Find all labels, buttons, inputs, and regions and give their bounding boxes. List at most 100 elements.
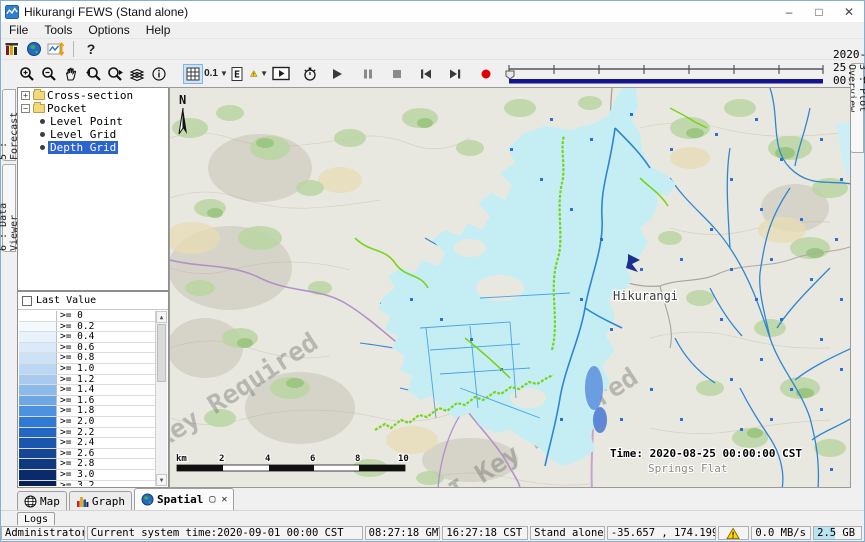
tab-plot-overview[interactable]: 3 : Plot Overview: [850, 63, 864, 153]
pause-icon: [362, 68, 374, 80]
explorer-button[interactable]: [2, 39, 22, 59]
step-forward-button[interactable]: [445, 64, 465, 84]
menu-bar: File Tools Options Help: [1, 22, 864, 39]
window-title: Hikurangi FEWS (Stand alone): [24, 5, 188, 19]
svg-text:10: 10: [398, 454, 409, 464]
skip-end-icon: [448, 68, 462, 80]
warning-threshold-button[interactable]: ▼: [249, 64, 269, 84]
tree-node-cross-section[interactable]: + Cross-section: [18, 89, 168, 101]
legend-swatch: [19, 438, 57, 448]
tree-node-label[interactable]: Cross-section: [45, 89, 135, 102]
status-gmt-time: 08:27:18 GMT: [365, 526, 441, 540]
zoom-in-button[interactable]: [17, 64, 37, 84]
tree-node-level-point[interactable]: Level Point: [18, 115, 168, 127]
town-label: Hikurangi: [613, 289, 678, 303]
info-icon: [151, 66, 167, 82]
map-time-label: Time: 2020-08-25 00:00:00 CST: [610, 447, 802, 460]
classification-button[interactable]: E: [227, 64, 247, 84]
legend-panel: Last Value >= 0 >= 0.2 >= 0.4 >= 0.6 >= …: [17, 291, 169, 488]
map-toolbar: 0.1 ▼ E ▼: [1, 59, 864, 87]
toolbar-separator: [73, 41, 74, 57]
map-canvas[interactable]: API Key Required API Key Required: [170, 88, 851, 488]
hand-icon: [63, 66, 79, 82]
tree-node-pocket[interactable]: − Pocket: [18, 102, 168, 114]
folder-icon: [33, 91, 45, 100]
collapse-icon[interactable]: −: [21, 104, 30, 113]
menu-tools[interactable]: Tools: [36, 23, 80, 37]
animation-dialog-button[interactable]: [271, 64, 291, 84]
status-system-time: Current system time:2020-09-01 00:00 CST: [87, 526, 363, 540]
tree-node-label[interactable]: Level Point: [48, 115, 125, 128]
legend-edit-icon: E: [230, 66, 244, 82]
app-window: Hikurangi FEWS (Stand alone) – □ ✕ File …: [0, 0, 865, 542]
map-view[interactable]: API Key Required API Key Required: [169, 87, 851, 488]
tab-forecast[interactable]: 5 : Forecast: [2, 89, 16, 161]
close-button[interactable]: ✕: [834, 1, 864, 22]
maximize-button[interactable]: □: [804, 1, 834, 22]
scroll-down-icon[interactable]: ▼: [156, 474, 167, 486]
zoom-out-icon: [41, 66, 57, 82]
tab-restore-icon[interactable]: ▢: [209, 494, 215, 505]
warning-icon: [250, 66, 258, 81]
svg-text:8: 8: [355, 454, 360, 464]
legend-row: >= 1.0: [19, 364, 155, 375]
blue-globe-icon: [141, 493, 154, 506]
tab-graph-label: Graph: [92, 495, 125, 508]
tab-spatial-label: Spatial: [157, 493, 203, 506]
pan-button[interactable]: [61, 64, 81, 84]
timer-button[interactable]: [300, 64, 320, 84]
legend-header: Last Value: [18, 292, 168, 310]
legend-swatch: [19, 364, 57, 374]
info-button[interactable]: [149, 64, 169, 84]
contour-interval-button[interactable]: 0.1 ▼: [205, 64, 225, 84]
tab-graph[interactable]: Graph: [69, 491, 132, 510]
tree-node-label[interactable]: Level Grid: [48, 128, 118, 141]
scroll-thumb[interactable]: [157, 324, 166, 382]
legend-row: >= 3.2: [19, 481, 155, 487]
scroll-up-icon[interactable]: ▲: [156, 311, 167, 323]
legend-scrollbar[interactable]: ▲ ▼: [155, 311, 167, 486]
status-warning[interactable]: [718, 526, 749, 540]
stopwatch-icon: [302, 66, 318, 82]
record-button[interactable]: [476, 64, 496, 84]
right-tab-strip: 3 : Plot Overview: [849, 59, 864, 487]
skip-start-icon: [419, 68, 433, 80]
play-button[interactable]: [327, 64, 347, 84]
tab-map-label: Map: [40, 495, 60, 508]
timeline-handle[interactable]: [506, 71, 514, 79]
timeseries-display-button[interactable]: [46, 39, 66, 59]
tree-node-label[interactable]: Depth Grid: [48, 141, 118, 154]
grid-display-button[interactable]: [183, 64, 203, 84]
layers-button[interactable]: [127, 64, 147, 84]
tab-spatial[interactable]: Spatial ▢ ✕: [134, 488, 234, 510]
zoom-previous-button[interactable]: [83, 64, 103, 84]
status-bar: Administrator Current system time:2020-0…: [1, 525, 864, 541]
menu-options[interactable]: Options: [80, 23, 137, 37]
tree-node-depth-grid[interactable]: Depth Grid: [18, 141, 168, 153]
map-display-button[interactable]: [24, 39, 44, 59]
tree-node-level-grid[interactable]: Level Grid: [18, 128, 168, 140]
tab-map[interactable]: Map: [17, 491, 67, 510]
last-value-checkbox[interactable]: [22, 296, 32, 306]
tab-close-icon[interactable]: ✕: [221, 494, 227, 505]
status-download-rate: 0.0 MB/s: [751, 526, 811, 540]
pause-button[interactable]: [358, 64, 378, 84]
tab-data-viewer[interactable]: 6 : Data Viewer: [2, 164, 16, 252]
logs-tab[interactable]: Logs: [17, 512, 55, 526]
tree-node-label[interactable]: Pocket: [45, 102, 89, 115]
legend-row: >= 2.0: [19, 417, 155, 428]
bar-chart-icon: [76, 495, 89, 508]
step-back-button[interactable]: [416, 64, 436, 84]
stop-button[interactable]: [387, 64, 407, 84]
movie-play-icon: [272, 66, 290, 81]
svg-text:6: 6: [310, 454, 315, 464]
legend-swatch: [19, 481, 57, 487]
zoom-out-button[interactable]: [39, 64, 59, 84]
minimize-button[interactable]: –: [774, 1, 804, 22]
expand-icon[interactable]: +: [21, 91, 30, 100]
menu-help[interactable]: Help: [138, 23, 179, 37]
help-button[interactable]: ?: [81, 39, 101, 59]
menu-file[interactable]: File: [1, 23, 36, 37]
timeline-slider[interactable]: [505, 63, 827, 85]
zoom-next-button[interactable]: [105, 64, 125, 84]
